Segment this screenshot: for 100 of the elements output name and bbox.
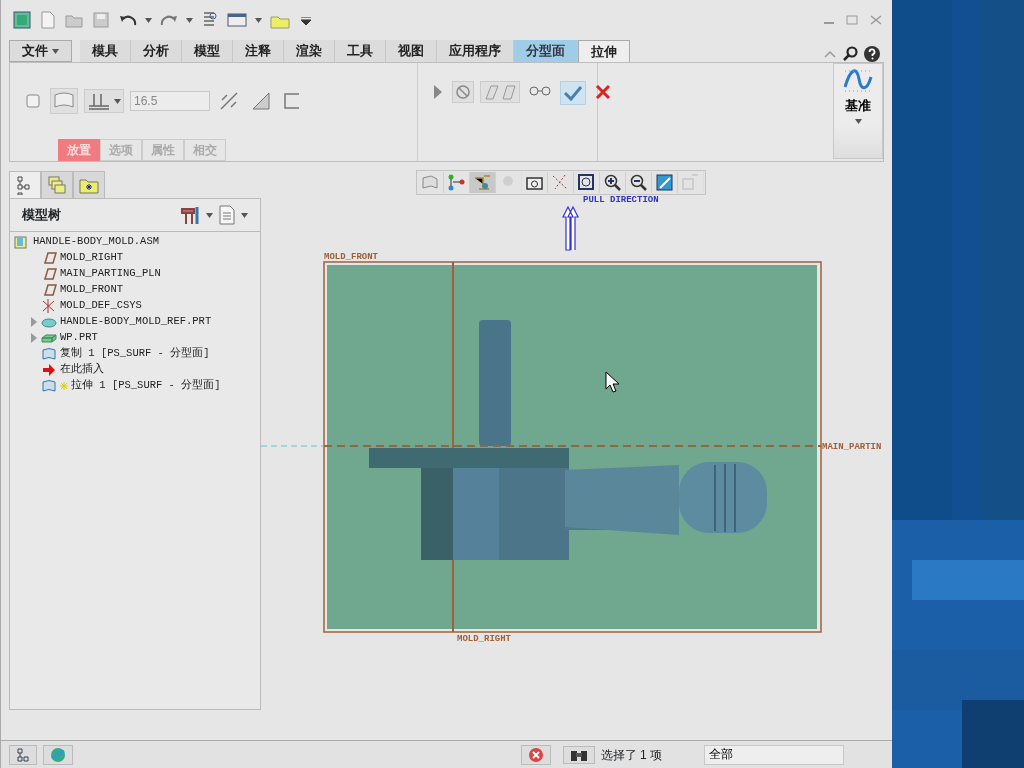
pull-direction-label: PULL DIRECTION <box>583 195 659 205</box>
datum-button[interactable]: 基准 <box>833 63 883 159</box>
surface-icon <box>41 347 57 361</box>
ribbon-tab[interactable]: 模具 <box>79 40 131 62</box>
tree-item[interactable]: 复制 1 [PS_SURF - 分型面] <box>60 346 210 362</box>
repaint-icon <box>655 173 674 193</box>
datum-plane-icon <box>41 267 57 281</box>
panel-title: 模型树 <box>22 206 61 225</box>
panel-tab[interactable] <box>73 171 105 198</box>
flip-arrows-icon <box>219 91 239 111</box>
expand-arrow-icon[interactable] <box>30 333 38 343</box>
bracket-icon <box>283 92 301 110</box>
status-message: 选择了 1 项 <box>600 746 662 764</box>
ribbon-tab[interactable]: 文件 <box>9 40 72 62</box>
surface-button[interactable] <box>50 88 78 114</box>
browser-toggle-button[interactable] <box>43 744 73 765</box>
ribbon-tab[interactable]: 渲染 <box>283 40 335 62</box>
stop-icon <box>527 746 544 763</box>
tree-item[interactable]: MOLD_FRONT <box>60 282 123 298</box>
datum-label: MOLD_RIGHT <box>457 634 511 644</box>
tree-toggle-button[interactable] <box>9 744 37 765</box>
caret-icon[interactable] <box>255 17 262 23</box>
folder-icon <box>65 12 83 28</box>
arrow-icon <box>41 363 57 377</box>
globe-icon <box>50 746 66 763</box>
caret-icon[interactable] <box>854 118 862 124</box>
document-icon[interactable] <box>219 205 235 225</box>
tree-item[interactable]: MAIN_PARTING_PLN <box>60 266 161 282</box>
plane-display-icon <box>473 173 492 193</box>
tree-item[interactable]: HANDLE-BODY_MOLD_REF.PRT <box>60 314 212 330</box>
layers-icon <box>47 175 67 195</box>
collapse-ribbon-icon[interactable] <box>824 50 836 58</box>
find-button[interactable] <box>562 745 595 764</box>
help-icon[interactable] <box>864 46 880 62</box>
floppy-icon <box>93 12 109 28</box>
tree-item[interactable]: WP.PRT <box>60 330 98 346</box>
ribbon-tab[interactable]: 视图 <box>385 40 437 62</box>
zoom-out-icon <box>629 173 648 193</box>
coordinate-system-icon <box>41 299 57 313</box>
depth-option-button[interactable] <box>84 89 124 113</box>
tools-icon[interactable] <box>180 205 200 225</box>
close-icon <box>595 84 611 100</box>
surface-icon <box>41 379 57 393</box>
datum-plane-line <box>261 445 325 447</box>
ribbon-tab[interactable]: 工具 <box>334 40 386 62</box>
cube-icon <box>25 93 41 109</box>
preview-icon <box>483 84 517 100</box>
blind-depth-icon <box>87 92 111 110</box>
surface-icon <box>53 91 75 111</box>
search-icon[interactable] <box>842 46 858 62</box>
ok-button[interactable] <box>560 81 586 105</box>
pull-direction-arrow <box>562 205 579 251</box>
datum-label: MAIN_PARTIN <box>822 442 882 452</box>
app-icon[interactable] <box>11 9 33 31</box>
preview-button[interactable] <box>480 81 520 103</box>
tree-item[interactable]: MOLD_DEF_CSYS <box>60 298 142 314</box>
caret-icon[interactable] <box>186 17 193 23</box>
caret-icon[interactable] <box>241 212 248 218</box>
undo-icon <box>119 13 137 27</box>
ribbon-tab[interactable]: 分析 <box>130 40 182 62</box>
datum-nodes-icon <box>447 173 466 193</box>
cursor-icon <box>605 371 620 393</box>
block-icon <box>41 331 57 345</box>
pause-button[interactable] <box>452 81 474 103</box>
windows-button[interactable] <box>225 10 249 30</box>
expand-arrow-icon[interactable] <box>30 317 38 327</box>
file-icon <box>41 11 55 29</box>
ribbon-tab[interactable]: 拉伸 <box>577 40 630 62</box>
caret-icon[interactable] <box>145 17 152 23</box>
ribbon-tab[interactable]: 注释 <box>232 40 284 62</box>
caret-icon[interactable] <box>114 99 121 105</box>
panel-tab[interactable] <box>9 171 41 198</box>
window-icon <box>227 12 247 28</box>
tree-item[interactable]: 在此插入 <box>60 362 104 378</box>
customize-caret-icon[interactable] <box>301 16 311 25</box>
tree-item[interactable]: 拉伸 1 [PS_SURF - 分型面] <box>71 378 221 394</box>
zoom-in-icon <box>603 173 622 193</box>
stop-button[interactable] <box>520 744 551 765</box>
window-icon <box>13 11 31 29</box>
caret-icon[interactable] <box>51 49 59 55</box>
list-icon <box>201 11 217 29</box>
caret-icon[interactable] <box>206 212 213 218</box>
assembly-icon <box>14 235 30 249</box>
tree-item[interactable]: HANDLE-BODY_MOLD.ASM <box>33 234 160 250</box>
ribbon-tab[interactable]: 应用程序 <box>436 40 514 62</box>
datum-plane-icon <box>41 251 57 265</box>
glasses-icon <box>529 84 551 96</box>
ribbon-tab[interactable]: 分型面 <box>513 40 578 62</box>
panel-tab[interactable] <box>41 171 73 198</box>
tree-icon <box>16 746 30 763</box>
selection-filter[interactable]: 全部 <box>704 744 844 765</box>
close-icon[interactable] <box>870 15 882 25</box>
ribbon-tab[interactable]: 模型 <box>181 40 233 62</box>
tree-item[interactable]: MOLD_RIGHT <box>60 250 123 266</box>
view-toolbar-button[interactable] <box>470 172 496 194</box>
redo-icon <box>160 13 178 27</box>
annotation-icon <box>681 173 700 193</box>
no-entry-icon <box>455 84 471 100</box>
part-icon <box>41 315 57 329</box>
hatched-triangle-icon <box>251 91 271 111</box>
